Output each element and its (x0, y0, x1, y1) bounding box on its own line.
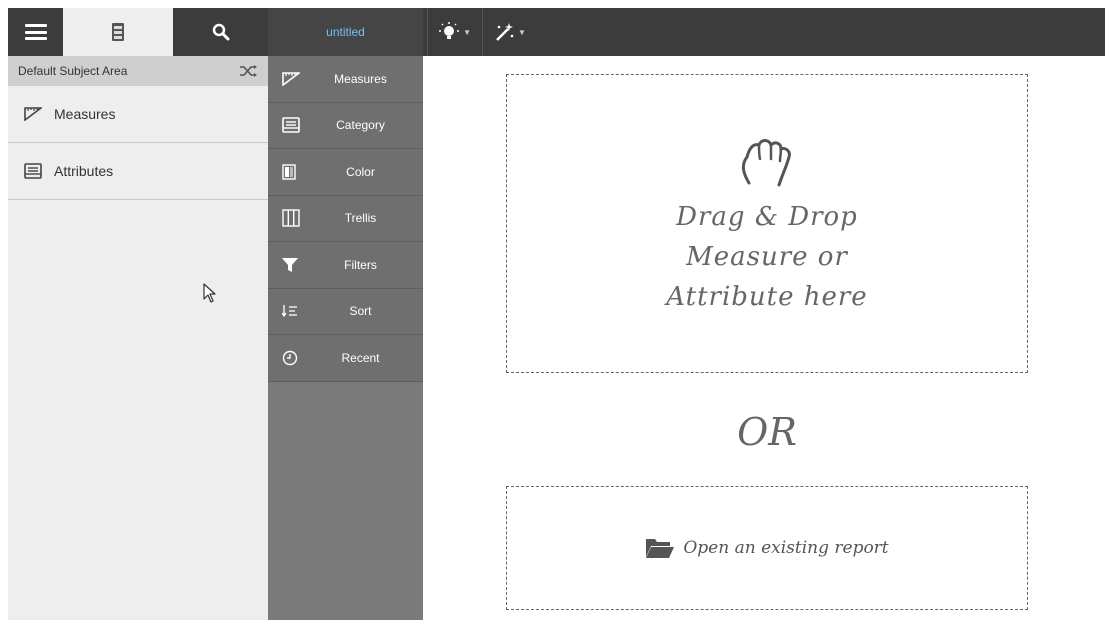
search-icon (212, 23, 229, 41)
ruler-icon (24, 107, 44, 121)
shelf-label: Recent (341, 350, 380, 365)
shelf-label: Sort (349, 304, 372, 319)
mouse-cursor-icon (203, 283, 216, 303)
subject-area-header: Default Subject Area (8, 56, 268, 86)
drop-instruction: Drag & Drop Measure or Attribute here (666, 197, 867, 317)
drop-line: Measure or (686, 242, 848, 272)
shelf-measures[interactable]: Measures (268, 56, 423, 103)
tray-icon (24, 163, 44, 179)
toolbar-divider (427, 8, 429, 56)
hand-drag-icon (741, 139, 791, 187)
shelf-recent[interactable]: Recent (268, 335, 423, 382)
menu-button[interactable] (8, 8, 63, 56)
open-report-zone[interactable]: Open an existing report (506, 486, 1028, 610)
shelf-label: Category (336, 118, 385, 133)
shelf-label: Trellis (344, 211, 377, 226)
shelf-category[interactable]: Category (268, 102, 423, 149)
open-report-link[interactable]: Open an existing report (683, 538, 888, 558)
database-icon (112, 23, 124, 41)
chevron-down-icon: ▼ (517, 27, 526, 37)
shelf-sort[interactable]: Sort (268, 288, 423, 335)
shelf-filters[interactable]: Filters (268, 242, 423, 289)
shelf-label: Measures (334, 71, 387, 86)
drop-line: Attribute here (666, 282, 868, 312)
chevron-down-icon: ▼ (463, 27, 471, 37)
shuffle-icon[interactable] (240, 65, 258, 77)
shelf-panel: Measures Category Color Trellis Filters … (268, 56, 423, 620)
magic-menu[interactable]: ▼ (487, 8, 533, 56)
top-toolbar: untitled {}▼ ▼ ▼ 100▼ (8, 8, 1105, 56)
shelf-trellis[interactable]: Trellis (268, 195, 423, 242)
left-item-measures[interactable]: Measures (8, 86, 268, 143)
report-title[interactable]: untitled (268, 8, 423, 56)
shelf-label: Color (346, 164, 375, 179)
insight-menu[interactable]: ▼ (432, 8, 478, 56)
lightbulb-icon (439, 22, 460, 39)
hamburger-icon (24, 24, 47, 40)
drop-zone[interactable]: Drag & Drop Measure or Attribute here (506, 74, 1028, 373)
toolbar-divider (481, 8, 483, 56)
left-item-label: Attributes (54, 163, 114, 179)
or-separator: OR (737, 410, 797, 454)
shelf-color[interactable]: Color (268, 149, 423, 196)
wand-icon (496, 23, 514, 41)
left-item-label: Measures (54, 106, 116, 122)
drop-line: Drag & Drop (676, 202, 858, 232)
subject-area-panel: Default Subject Area Measures Attributes (8, 56, 268, 620)
search-button[interactable] (173, 8, 268, 56)
shelf-label: Filters (344, 257, 377, 272)
folder-open-icon (646, 539, 675, 558)
subject-area-tab[interactable] (63, 8, 173, 56)
left-item-attributes[interactable]: Attributes (8, 143, 268, 200)
subject-area-title: Default Subject Area (18, 64, 128, 78)
